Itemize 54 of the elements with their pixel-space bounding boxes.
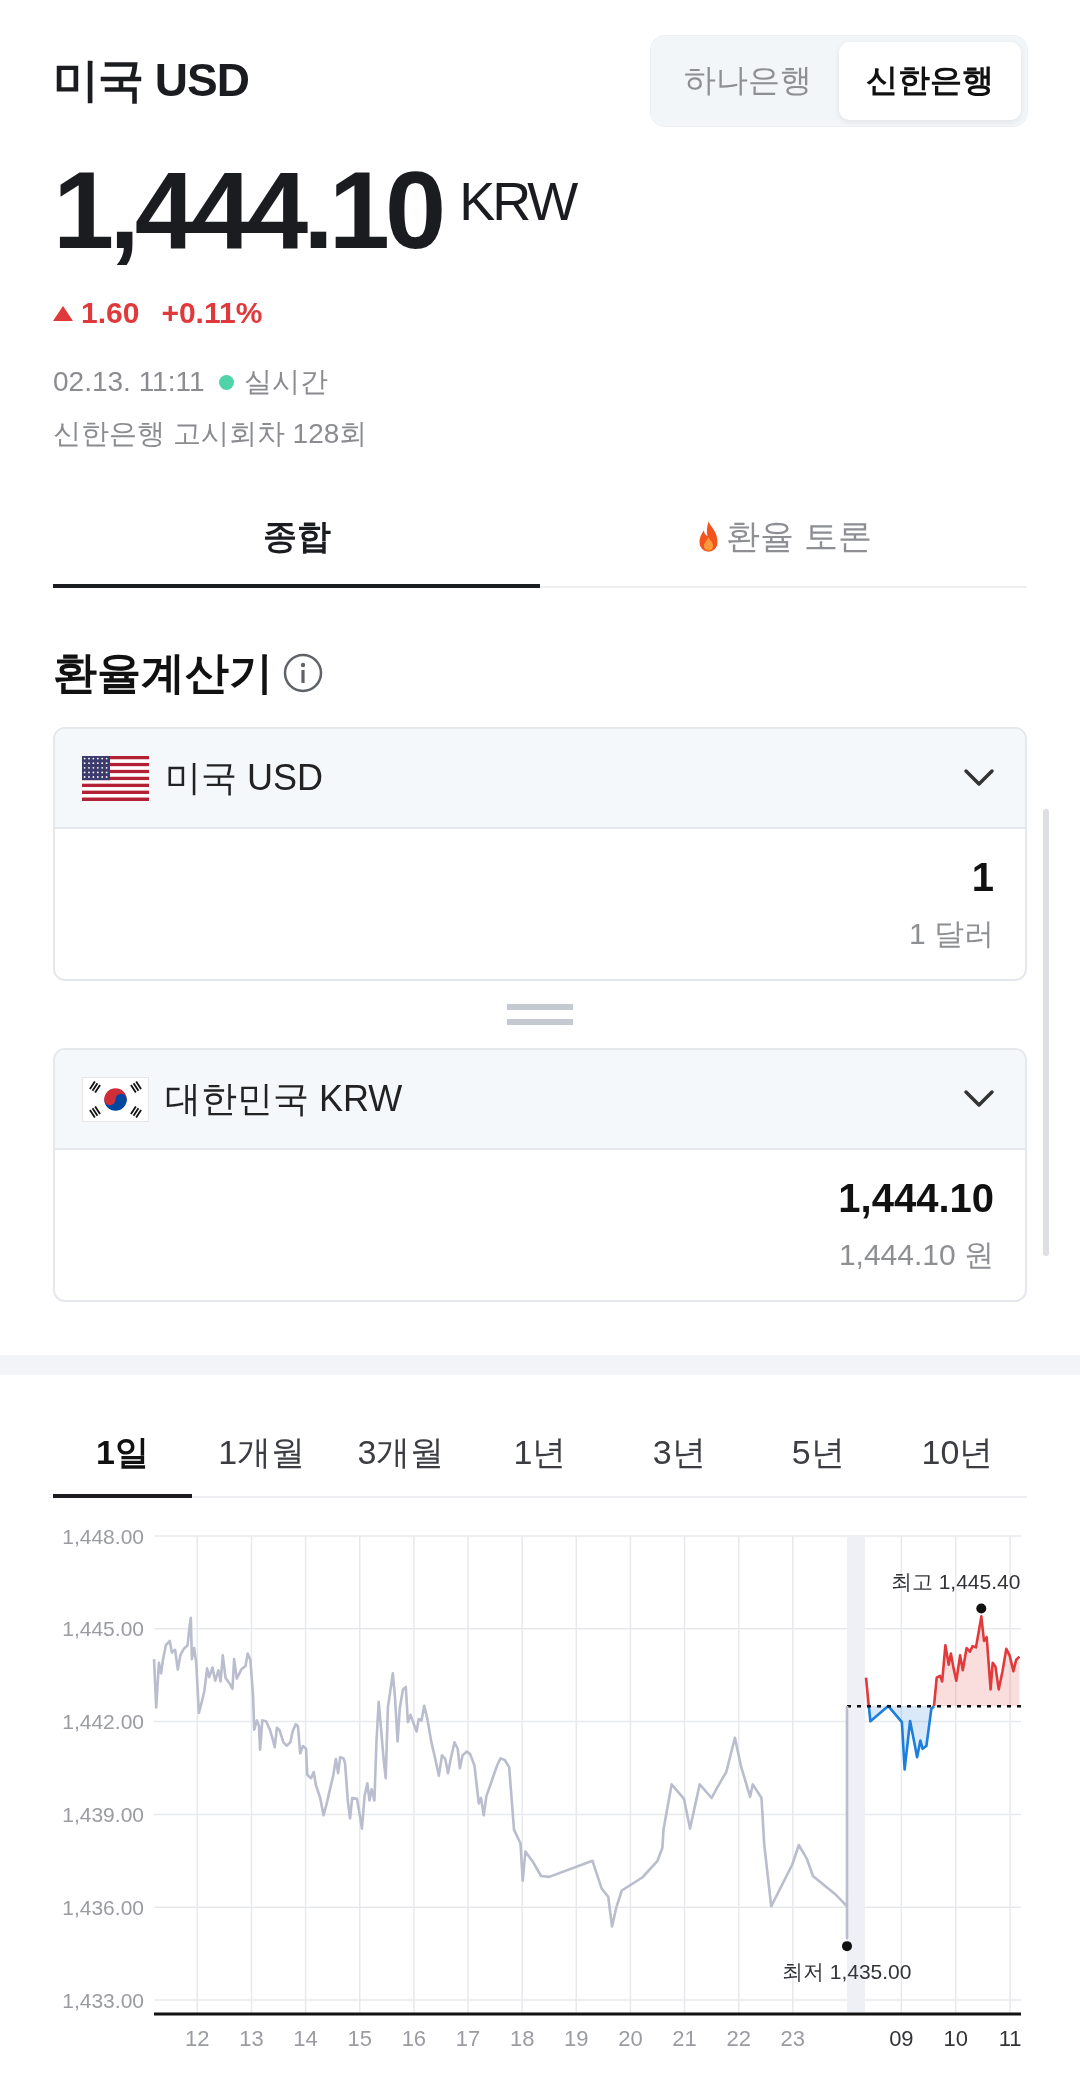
currency-select[interactable]: 대한민국 KRW (55, 1050, 1025, 1150)
notice-round: 신한은행 고시회차 128회 (53, 417, 369, 451)
low-price-label: 최저 1,435.00 (781, 1959, 912, 1983)
period-tab[interactable]: 5년 (748, 1400, 888, 1498)
y-tick-label: 1,442.00 (62, 1710, 144, 1734)
change-amount: 1.60 (81, 295, 140, 331)
amount-in-words: 1 달러 (908, 916, 994, 952)
live-label: 실시간 (243, 365, 328, 399)
section-tab[interactable]: 종합 (53, 480, 540, 588)
x-tick-label: 16 (401, 2026, 427, 2051)
x-tick-label: 22 (726, 2026, 751, 2051)
x-tick-label: 14 (293, 2026, 318, 2051)
bank-tab[interactable]: 신한은행 (839, 42, 1021, 120)
marker-icon (842, 1941, 852, 1952)
section-title: 환율계산기 (53, 647, 273, 699)
x-tick-label: 10 (943, 2026, 968, 2051)
period-tab[interactable]: 1년 (470, 1400, 610, 1498)
chevron-down-icon (963, 768, 995, 788)
x-tick-label: 15 (347, 2026, 372, 2051)
high-price-label: 최고 1,445.40 (890, 1569, 1021, 1593)
period-tab[interactable]: 1일 (53, 1400, 193, 1498)
amount-field[interactable]: 1 (86, 853, 994, 901)
x-tick-label: 20 (618, 2026, 643, 2051)
period-tab[interactable]: 10년 (887, 1400, 1027, 1498)
marker-icon (976, 1603, 987, 1614)
y-tick-label: 1,436.00 (62, 1895, 144, 1919)
info-icon[interactable] (283, 653, 323, 693)
change-rate: +0.11% (161, 295, 263, 331)
period-tab[interactable]: 1개월 (192, 1400, 332, 1498)
currency-unit: KRW (459, 174, 576, 228)
update-time: 02.13. 11:11 (53, 365, 205, 399)
amount-in-words: 1,444.10 원 (838, 1237, 994, 1273)
equals-icon (507, 1004, 573, 1026)
exchange-rate: 1,444.10 (53, 155, 442, 265)
currency-select[interactable]: 미국 USD (55, 729, 1025, 829)
x-tick-label: 11 (998, 2026, 1022, 2051)
currency-title: 미국 USD (53, 53, 249, 109)
amount-field[interactable]: 1,444.10 (86, 1174, 994, 1222)
period-tab[interactable]: 3개월 (331, 1400, 471, 1498)
x-tick-label: 12 (185, 2026, 210, 2051)
x-tick-label: 23 (780, 2026, 806, 2051)
y-tick-label: 1,448.00 (62, 1524, 144, 1548)
x-tick-label: 09 (889, 2026, 914, 2051)
x-tick-label: 18 (509, 2026, 535, 2051)
x-tick-label: 19 (564, 2026, 589, 2051)
y-tick-label: 1,439.00 (62, 1802, 144, 1826)
chevron-down-icon (963, 1089, 995, 1109)
period-tab[interactable]: 3년 (609, 1400, 749, 1498)
y-tick-label: 1,433.00 (62, 1988, 144, 2012)
scrollbar[interactable] (1043, 809, 1049, 1256)
y-tick-label: 1,445.00 (62, 1617, 144, 1641)
x-tick-label: 21 (672, 2026, 697, 2051)
x-tick-label: 13 (239, 2026, 264, 2051)
x-tick-label: 17 (455, 2026, 481, 2051)
